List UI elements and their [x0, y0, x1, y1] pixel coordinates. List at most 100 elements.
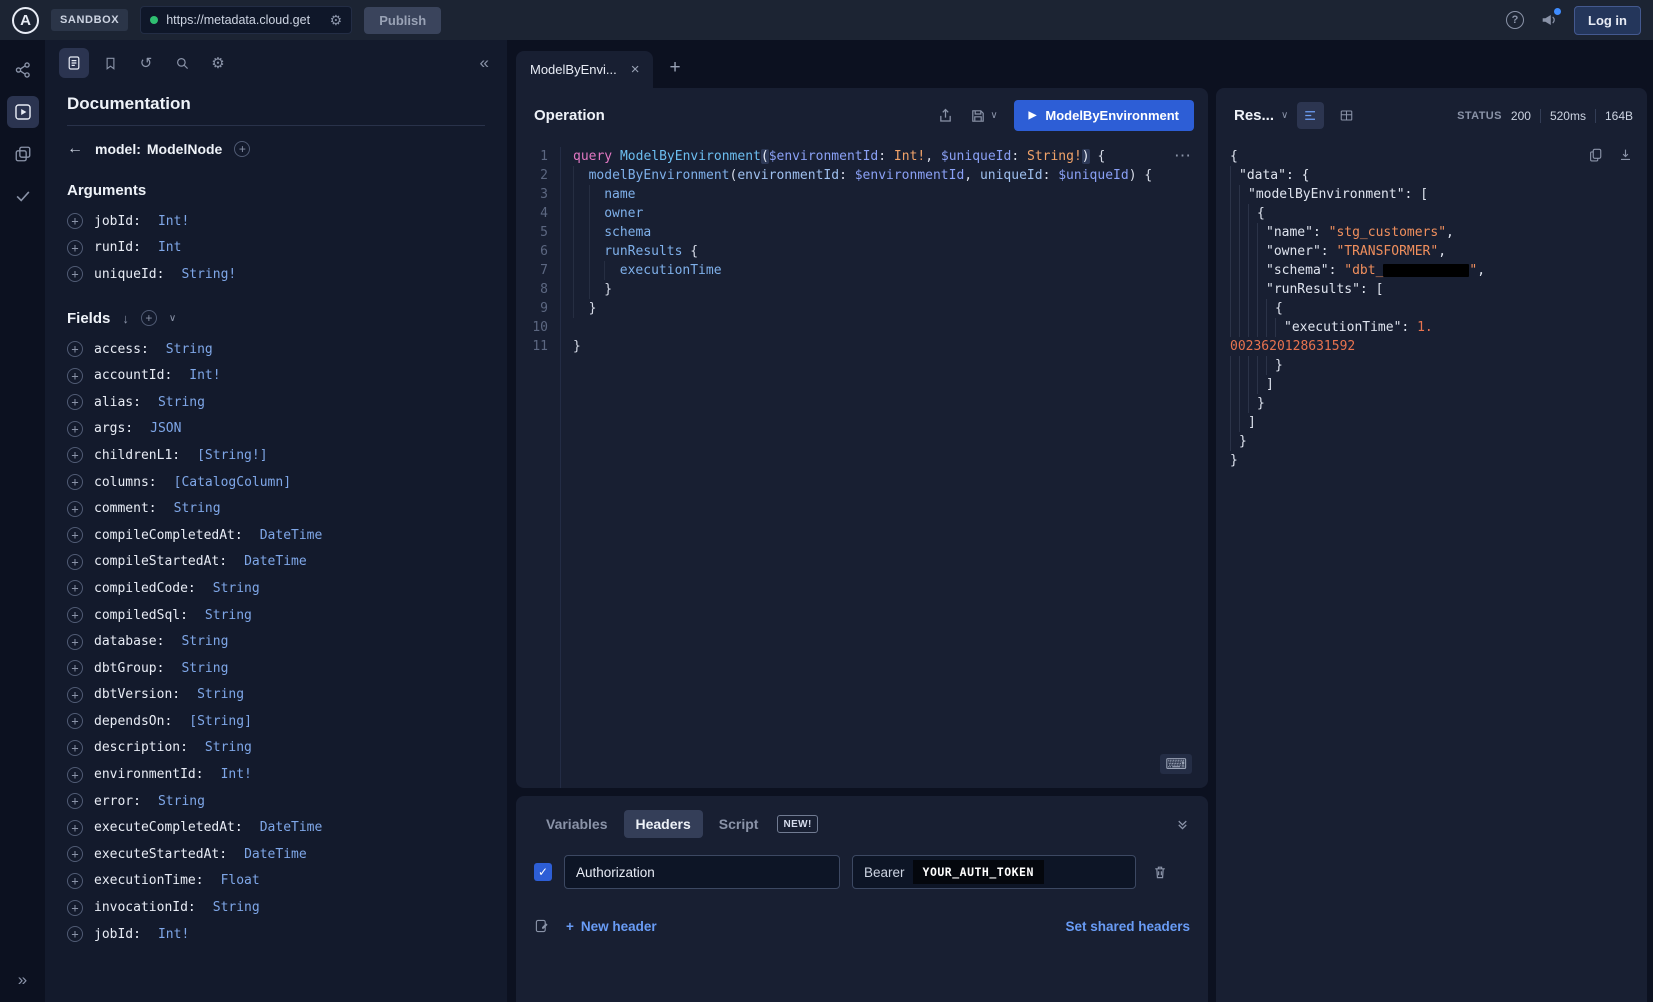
- collapse-bottom-panel-icon[interactable]: [1175, 817, 1190, 832]
- field-type-link[interactable]: String: [158, 395, 205, 410]
- field-type-link[interactable]: String: [166, 342, 213, 357]
- doc-field-row[interactable]: +dbtVersion:String: [67, 682, 485, 709]
- field-type-link[interactable]: DateTime: [244, 554, 307, 569]
- add-to-query-icon[interactable]: +: [67, 846, 83, 862]
- save-operation-group[interactable]: ∨: [970, 108, 997, 124]
- new-tab-icon[interactable]: +: [669, 57, 680, 79]
- field-type-link[interactable]: String!: [181, 267, 236, 282]
- editor-menu-icon[interactable]: ⋯: [1174, 146, 1192, 166]
- doc-field-row[interactable]: +environmentId:Int!: [67, 761, 485, 788]
- search-icon[interactable]: [167, 48, 197, 78]
- endpoint-url-text[interactable]: https://metadata.cloud.get: [166, 13, 321, 27]
- field-type-link[interactable]: [String!]: [197, 448, 267, 463]
- field-type-link[interactable]: Int!: [221, 767, 252, 782]
- add-to-query-icon[interactable]: +: [67, 368, 83, 384]
- documentation-tab-icon[interactable]: [59, 48, 89, 78]
- history-icon[interactable]: ↺: [131, 48, 161, 78]
- field-type-link[interactable]: Int!: [158, 927, 189, 942]
- close-tab-icon[interactable]: ×: [631, 61, 640, 78]
- field-type-link[interactable]: Int: [158, 240, 181, 255]
- field-type-link[interactable]: [String]: [189, 714, 252, 729]
- add-to-query-icon[interactable]: +: [67, 501, 83, 517]
- doc-field-row[interactable]: +accountId:Int!: [67, 362, 485, 389]
- publish-button[interactable]: Publish: [364, 7, 441, 34]
- save-dropdown-chevron-icon[interactable]: ∨: [990, 110, 997, 121]
- add-to-query-icon[interactable]: +: [67, 240, 83, 256]
- doc-field-row[interactable]: +executeCompletedAt:DateTime: [67, 814, 485, 841]
- collapse-panel-icon[interactable]: «: [480, 53, 489, 73]
- set-shared-headers-button[interactable]: Set shared headers: [1065, 919, 1190, 934]
- doc-field-row[interactable]: +description:String: [67, 735, 485, 762]
- field-type-link[interactable]: JSON: [150, 421, 181, 436]
- add-to-query-icon[interactable]: +: [67, 580, 83, 596]
- field-type-link[interactable]: String: [174, 501, 221, 516]
- endpoint-url-input[interactable]: https://metadata.cloud.get ⚙: [140, 6, 352, 34]
- settings-gear-icon[interactable]: ⚙: [203, 48, 233, 78]
- doc-field-row[interactable]: +columns:[CatalogColumn]: [67, 469, 485, 496]
- add-to-query-icon[interactable]: +: [67, 873, 83, 889]
- sort-fields-icon[interactable]: ↓: [122, 311, 129, 326]
- doc-field-row[interactable]: +access:String: [67, 336, 485, 363]
- add-to-query-icon[interactable]: +: [67, 660, 83, 676]
- field-type-link[interactable]: String: [197, 687, 244, 702]
- share-operation-icon[interactable]: [937, 107, 954, 124]
- add-to-query-icon[interactable]: +: [67, 394, 83, 410]
- doc-field-row[interactable]: +jobId:Int!: [67, 921, 485, 948]
- breadcrumb-type-name[interactable]: ModelNode: [147, 141, 222, 157]
- doc-field-row[interactable]: +database:String: [67, 628, 485, 655]
- add-to-query-icon[interactable]: +: [67, 447, 83, 463]
- doc-field-row[interactable]: +error:String: [67, 788, 485, 815]
- doc-field-row[interactable]: +runId:Int: [67, 235, 485, 262]
- editor-code[interactable]: query ModelByEnvironment($environmentId:…: [560, 147, 1208, 788]
- header-key-input[interactable]: Authorization: [564, 855, 840, 889]
- doc-field-row[interactable]: +compileCompletedAt:DateTime: [67, 522, 485, 549]
- raw-view-icon[interactable]: [1297, 102, 1324, 129]
- field-type-link[interactable]: Int!: [158, 214, 189, 229]
- tab-script[interactable]: Script: [707, 810, 771, 838]
- doc-field-row[interactable]: +comment:String: [67, 495, 485, 522]
- fields-options-chevron-icon[interactable]: ∨: [169, 313, 176, 324]
- checks-nav-icon[interactable]: [7, 180, 39, 212]
- doc-field-row[interactable]: +compiledSql:String: [67, 602, 485, 629]
- endpoint-settings-gear-icon[interactable]: ⚙: [330, 12, 343, 29]
- field-type-link[interactable]: String: [158, 794, 205, 809]
- doc-field-row[interactable]: +alias:String: [67, 389, 485, 416]
- table-view-icon[interactable]: [1333, 102, 1360, 129]
- delete-header-icon[interactable]: [1152, 864, 1168, 880]
- add-to-query-icon[interactable]: +: [67, 740, 83, 756]
- add-all-fields-icon[interactable]: +: [141, 310, 157, 326]
- explorer-nav-icon[interactable]: [7, 96, 39, 128]
- add-to-query-icon[interactable]: +: [67, 793, 83, 809]
- field-type-link[interactable]: Int!: [189, 368, 220, 383]
- add-to-query-icon[interactable]: +: [67, 900, 83, 916]
- doc-field-row[interactable]: +dependsOn:[String]: [67, 708, 485, 735]
- field-type-link[interactable]: DateTime: [260, 528, 323, 543]
- doc-field-row[interactable]: +executionTime:Float: [67, 868, 485, 895]
- field-type-link[interactable]: Float: [221, 873, 260, 888]
- save-icon[interactable]: [970, 108, 986, 124]
- add-to-query-icon[interactable]: +: [67, 713, 83, 729]
- field-type-link[interactable]: String: [205, 740, 252, 755]
- add-to-query-icon[interactable]: +: [67, 554, 83, 570]
- field-type-link[interactable]: String: [205, 608, 252, 623]
- collections-nav-icon[interactable]: [7, 138, 39, 170]
- doc-field-row[interactable]: +invocationId:String: [67, 894, 485, 921]
- add-to-query-icon[interactable]: +: [67, 421, 83, 437]
- expand-rail-icon[interactable]: »: [18, 970, 27, 990]
- doc-field-row[interactable]: +args:JSON: [67, 416, 485, 443]
- add-to-query-icon[interactable]: +: [67, 527, 83, 543]
- field-type-link[interactable]: [CatalogColumn]: [174, 475, 291, 490]
- back-icon[interactable]: ←: [67, 140, 83, 158]
- doc-field-row[interactable]: +compileStartedAt:DateTime: [67, 549, 485, 576]
- header-enabled-checkbox[interactable]: ✓: [534, 863, 552, 881]
- field-type-link[interactable]: String: [181, 634, 228, 649]
- doc-field-row[interactable]: +childrenL1:[String!]: [67, 442, 485, 469]
- add-to-query-icon[interactable]: +: [67, 266, 83, 282]
- header-value-input[interactable]: Bearer YOUR_AUTH_TOKEN: [852, 855, 1136, 889]
- help-icon[interactable]: ?: [1506, 11, 1524, 29]
- tab-variables[interactable]: Variables: [534, 810, 620, 838]
- bookmark-icon[interactable]: [95, 48, 125, 78]
- doc-field-row[interactable]: +jobId:Int!: [67, 208, 485, 235]
- operation-tab[interactable]: ModelByEnvi... ×: [516, 51, 653, 88]
- query-editor[interactable]: 1234567891011 query ModelByEnvironment($…: [516, 141, 1208, 788]
